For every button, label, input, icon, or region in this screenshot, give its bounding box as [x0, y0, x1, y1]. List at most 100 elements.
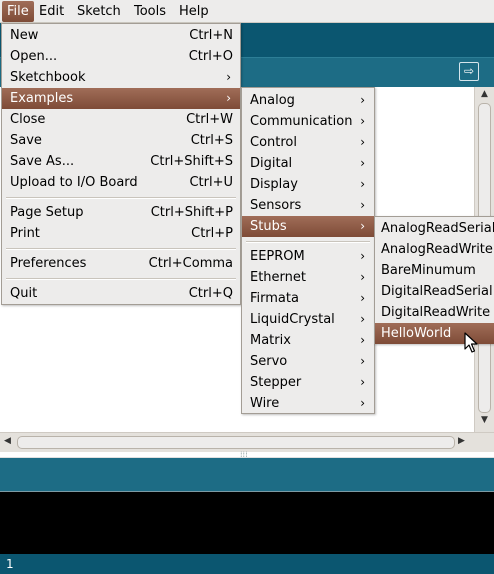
chevron-right-icon: › — [360, 354, 365, 368]
chevron-right-icon: › — [360, 249, 365, 263]
chevron-right-icon: › — [360, 375, 365, 389]
stub-item-analogreadwrite[interactable]: AnalogReadWrite — [375, 239, 494, 260]
submenu-item-sensors[interactable]: Sensors › — [242, 195, 374, 216]
chevron-right-icon: › — [360, 219, 365, 233]
chevron-right-icon: › — [360, 312, 365, 326]
menu-edit[interactable]: Edit — [34, 1, 69, 22]
menu-item-new[interactable]: New Ctrl+N — [2, 25, 240, 46]
submenu-item-stepper[interactable]: Stepper › — [242, 372, 374, 393]
menu-item-label: Stepper — [250, 375, 302, 390]
menu-item-label: DigitalReadWrite — [381, 305, 491, 320]
submenu-item-matrix[interactable]: Matrix › — [242, 330, 374, 351]
menu-item-close[interactable]: Close Ctrl+W — [2, 109, 240, 130]
chevron-right-icon: › — [360, 135, 365, 149]
menu-item-label: Sensors — [250, 198, 302, 213]
examples-submenu: Analog › Communication › Control › Digital ›… — [241, 87, 375, 414]
menu-item-label: Control — [250, 135, 297, 150]
scroll-down-icon[interactable]: ▼ — [477, 415, 492, 427]
menu-item-label: Ethernet — [250, 270, 306, 285]
serial-monitor-icon[interactable]: ⇨ — [459, 62, 479, 81]
menu-item-label: Close — [10, 112, 46, 127]
submenu-item-display[interactable]: Display › — [242, 174, 374, 195]
menu-item-sketchbook[interactable]: Sketchbook › — [2, 67, 240, 88]
menu-item-label: Upload to I/O Board — [10, 175, 138, 190]
menu-item-label: Sketchbook — [10, 70, 86, 85]
shortcut-label: Ctrl+N — [189, 28, 233, 43]
menu-item-label: Matrix — [250, 333, 291, 348]
chevron-right-icon: › — [360, 333, 365, 347]
status-bar: 1 — [0, 554, 494, 574]
menu-item-label: Stubs — [250, 219, 287, 234]
scroll-up-icon[interactable]: ▲ — [477, 89, 492, 101]
submenu-item-wire[interactable]: Wire › — [242, 393, 374, 414]
submenu-item-servo[interactable]: Servo › — [242, 351, 374, 372]
submenu-item-firmata[interactable]: Firmata › — [242, 288, 374, 309]
menu-separator — [2, 244, 240, 253]
line-number: 1 — [6, 557, 14, 571]
shortcut-label: Ctrl+O — [188, 49, 233, 64]
menu-item-examples[interactable]: Examples › — [2, 88, 240, 109]
chevron-right-icon: › — [360, 156, 365, 170]
horizontal-scroll-thumb[interactable] — [17, 436, 455, 449]
menu-bar: File Edit Sketch Tools Help — [0, 0, 494, 23]
chevron-right-icon: › — [360, 291, 365, 305]
menu-sketch[interactable]: Sketch — [72, 1, 126, 22]
stub-item-analogreadserial[interactable]: AnalogReadSerial — [375, 218, 494, 239]
file-menu: New Ctrl+N Open... Ctrl+O Sketchbook › Exam… — [1, 23, 241, 305]
menu-item-quit[interactable]: Quit Ctrl+Q — [2, 283, 240, 304]
menu-item-label: Preferences — [10, 256, 87, 271]
menu-item-save[interactable]: Save Ctrl+S — [2, 130, 240, 151]
submenu-item-analog[interactable]: Analog › — [242, 90, 374, 111]
submenu-item-eeprom[interactable]: EEPROM › — [242, 246, 374, 267]
submenu-item-liquidcrystal[interactable]: LiquidCrystal › — [242, 309, 374, 330]
stub-item-digitalreadserial[interactable]: DigitalReadSerial — [375, 281, 494, 302]
shortcut-label: Ctrl+Comma — [148, 256, 233, 271]
menu-item-label: New — [10, 28, 39, 43]
scroll-left-icon[interactable]: ◀ — [4, 436, 11, 446]
menu-tools[interactable]: Tools — [129, 1, 171, 22]
menu-item-open[interactable]: Open... Ctrl+O — [2, 46, 240, 67]
menu-item-preferences[interactable]: Preferences Ctrl+Comma — [2, 253, 240, 274]
menu-item-page-setup[interactable]: Page Setup Ctrl+Shift+P — [2, 202, 240, 223]
menu-item-label: AnalogReadSerial — [381, 221, 494, 236]
menu-item-label: EEPROM — [250, 249, 305, 264]
menu-item-print[interactable]: Print Ctrl+P — [2, 223, 240, 244]
chevron-right-icon: › — [360, 93, 365, 107]
stub-item-bareminumum[interactable]: BareMinumum — [375, 260, 494, 281]
menu-item-label: Quit — [10, 286, 38, 301]
menu-item-upload[interactable]: Upload to I/O Board Ctrl+U — [2, 172, 240, 193]
chevron-right-icon: › — [360, 114, 365, 128]
menu-item-label: Examples — [10, 91, 74, 106]
stub-item-digitalreadwrite[interactable]: DigitalReadWrite — [375, 302, 494, 323]
shortcut-label: Ctrl+Shift+S — [150, 154, 233, 169]
menu-file[interactable]: File — [2, 1, 34, 22]
menu-separator — [2, 274, 240, 283]
menu-item-label: Page Setup — [10, 205, 84, 220]
menu-item-label: Firmata — [250, 291, 299, 306]
message-area — [0, 458, 494, 491]
menu-help[interactable]: Help — [174, 1, 214, 22]
menu-item-label: BareMinumum — [381, 263, 476, 278]
menu-item-label: Servo — [250, 354, 288, 369]
shortcut-label: Ctrl+P — [191, 226, 233, 241]
submenu-item-communication[interactable]: Communication › — [242, 111, 374, 132]
menu-item-label: DigitalReadSerial — [381, 284, 493, 299]
stubs-submenu: AnalogReadSerial AnalogReadWrite BareMin… — [374, 216, 494, 344]
submenu-item-digital[interactable]: Digital › — [242, 153, 374, 174]
menu-item-label: Display — [250, 177, 298, 192]
shortcut-label: Ctrl+Shift+P — [150, 205, 233, 220]
menu-item-label: Open... — [10, 49, 58, 64]
scroll-right-icon[interactable]: ▶ — [458, 436, 465, 446]
menu-item-label: Digital — [250, 156, 293, 171]
menu-item-label: Analog — [250, 93, 295, 108]
menu-item-label: Save As... — [10, 154, 75, 169]
menu-separator — [242, 237, 374, 246]
chevron-right-icon: › — [360, 198, 365, 212]
submenu-item-stubs[interactable]: Stubs › — [242, 216, 374, 237]
horizontal-scrollbar[interactable]: ◀ ▶ — [0, 432, 494, 452]
submenu-item-ethernet[interactable]: Ethernet › — [242, 267, 374, 288]
menu-item-label: Communication — [250, 114, 353, 129]
submenu-item-control[interactable]: Control › — [242, 132, 374, 153]
menu-item-save-as[interactable]: Save As... Ctrl+Shift+S — [2, 151, 240, 172]
chevron-right-icon: › — [360, 396, 365, 410]
